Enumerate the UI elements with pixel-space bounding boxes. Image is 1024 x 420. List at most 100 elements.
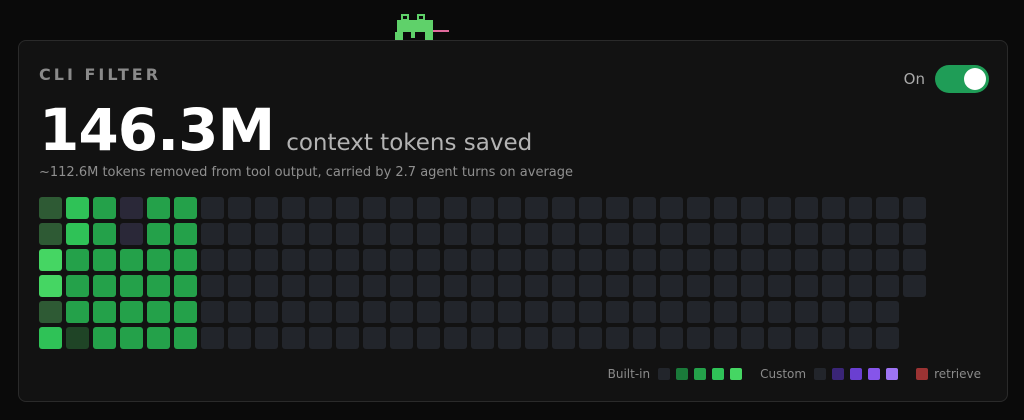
heatmap-cell[interactable] [741,327,764,349]
heatmap-cell[interactable] [201,301,224,323]
heatmap-cell[interactable] [768,275,791,297]
heatmap-cell[interactable] [363,197,386,219]
heatmap-cell[interactable] [39,275,62,297]
heatmap-cell[interactable] [579,223,602,245]
heatmap-cell[interactable] [633,197,656,219]
heatmap-cell[interactable] [741,223,764,245]
heatmap-cell[interactable] [120,197,143,219]
heatmap-cell[interactable] [579,275,602,297]
heatmap-cell[interactable] [687,249,710,271]
heatmap-cell[interactable] [336,301,359,323]
heatmap-cell[interactable] [687,223,710,245]
heatmap-cell[interactable] [120,223,143,245]
heatmap-cell[interactable] [336,327,359,349]
heatmap-cell[interactable] [768,223,791,245]
heatmap-cell[interactable] [93,223,116,245]
heatmap-cell[interactable] [849,249,872,271]
heatmap-cell[interactable] [309,327,332,349]
heatmap-cell[interactable] [93,301,116,323]
heatmap-cell[interactable] [714,327,737,349]
heatmap-cell[interactable] [471,197,494,219]
heatmap-cell[interactable] [606,275,629,297]
heatmap-cell[interactable] [282,223,305,245]
heatmap-cell[interactable] [417,301,440,323]
heatmap-cell[interactable] [660,275,683,297]
heatmap-cell[interactable] [633,301,656,323]
heatmap-cell[interactable] [39,327,62,349]
heatmap-cell[interactable] [39,249,62,271]
heatmap-cell[interactable] [552,327,575,349]
heatmap-cell[interactable] [849,223,872,245]
heatmap-cell[interactable] [876,197,899,219]
heatmap-cell[interactable] [822,249,845,271]
heatmap-cell[interactable] [201,223,224,245]
heatmap-cell[interactable] [309,249,332,271]
heatmap-cell[interactable] [741,275,764,297]
heatmap-cell[interactable] [309,223,332,245]
heatmap-cell[interactable] [147,249,170,271]
heatmap-cell[interactable] [66,197,89,219]
heatmap-cell[interactable] [390,301,413,323]
heatmap-cell[interactable] [444,275,467,297]
heatmap-cell[interactable] [498,249,521,271]
heatmap-cell[interactable] [120,275,143,297]
heatmap-cell[interactable] [660,223,683,245]
heatmap-cell[interactable] [255,327,278,349]
heatmap-cell[interactable] [741,301,764,323]
heatmap-cell[interactable] [282,249,305,271]
heatmap-cell[interactable] [201,327,224,349]
heatmap-cell[interactable] [390,327,413,349]
heatmap-cell[interactable] [714,197,737,219]
heatmap-cell[interactable] [201,275,224,297]
heatmap-cell[interactable] [255,301,278,323]
heatmap-cell[interactable] [498,327,521,349]
heatmap-cell[interactable] [363,249,386,271]
heatmap-cell[interactable] [471,327,494,349]
heatmap-cell[interactable] [795,197,818,219]
heatmap-cell[interactable] [93,327,116,349]
heatmap-cell[interactable] [903,223,926,245]
heatmap-cell[interactable] [390,223,413,245]
heatmap-cell[interactable] [39,197,62,219]
heatmap-cell[interactable] [417,327,440,349]
heatmap-cell[interactable] [336,275,359,297]
heatmap-cell[interactable] [201,197,224,219]
heatmap-cell[interactable] [822,197,845,219]
heatmap-cell[interactable] [228,249,251,271]
heatmap-cell[interactable] [525,275,548,297]
heatmap-cell[interactable] [660,249,683,271]
heatmap-cell[interactable] [363,275,386,297]
heatmap-cell[interactable] [417,249,440,271]
heatmap-cell[interactable] [174,249,197,271]
heatmap-cell[interactable] [444,327,467,349]
heatmap-cell[interactable] [876,275,899,297]
heatmap-cell[interactable] [795,327,818,349]
heatmap-cell[interactable] [849,275,872,297]
heatmap-cell[interactable] [147,275,170,297]
heatmap-cell[interactable] [174,223,197,245]
heatmap-cell[interactable] [714,275,737,297]
heatmap-cell[interactable] [120,301,143,323]
heatmap-cell[interactable] [66,301,89,323]
heatmap-cell[interactable] [579,197,602,219]
heatmap-cell[interactable] [309,197,332,219]
heatmap-cell[interactable] [525,197,548,219]
heatmap-cell[interactable] [606,249,629,271]
heatmap-cell[interactable] [66,327,89,349]
heatmap-cell[interactable] [66,249,89,271]
heatmap-cell[interactable] [606,327,629,349]
heatmap-cell[interactable] [282,275,305,297]
heatmap-cell[interactable] [768,327,791,349]
heatmap-cell[interactable] [849,327,872,349]
heatmap-cell[interactable] [471,223,494,245]
heatmap-cell[interactable] [822,301,845,323]
heatmap-cell[interactable] [282,197,305,219]
heatmap-cell[interactable] [363,301,386,323]
heatmap-cell[interactable] [39,223,62,245]
heatmap-cell[interactable] [768,249,791,271]
heatmap-cell[interactable] [525,249,548,271]
heatmap-cell[interactable] [390,249,413,271]
heatmap-cell[interactable] [336,223,359,245]
heatmap-cell[interactable] [876,223,899,245]
heatmap-cell[interactable] [795,223,818,245]
